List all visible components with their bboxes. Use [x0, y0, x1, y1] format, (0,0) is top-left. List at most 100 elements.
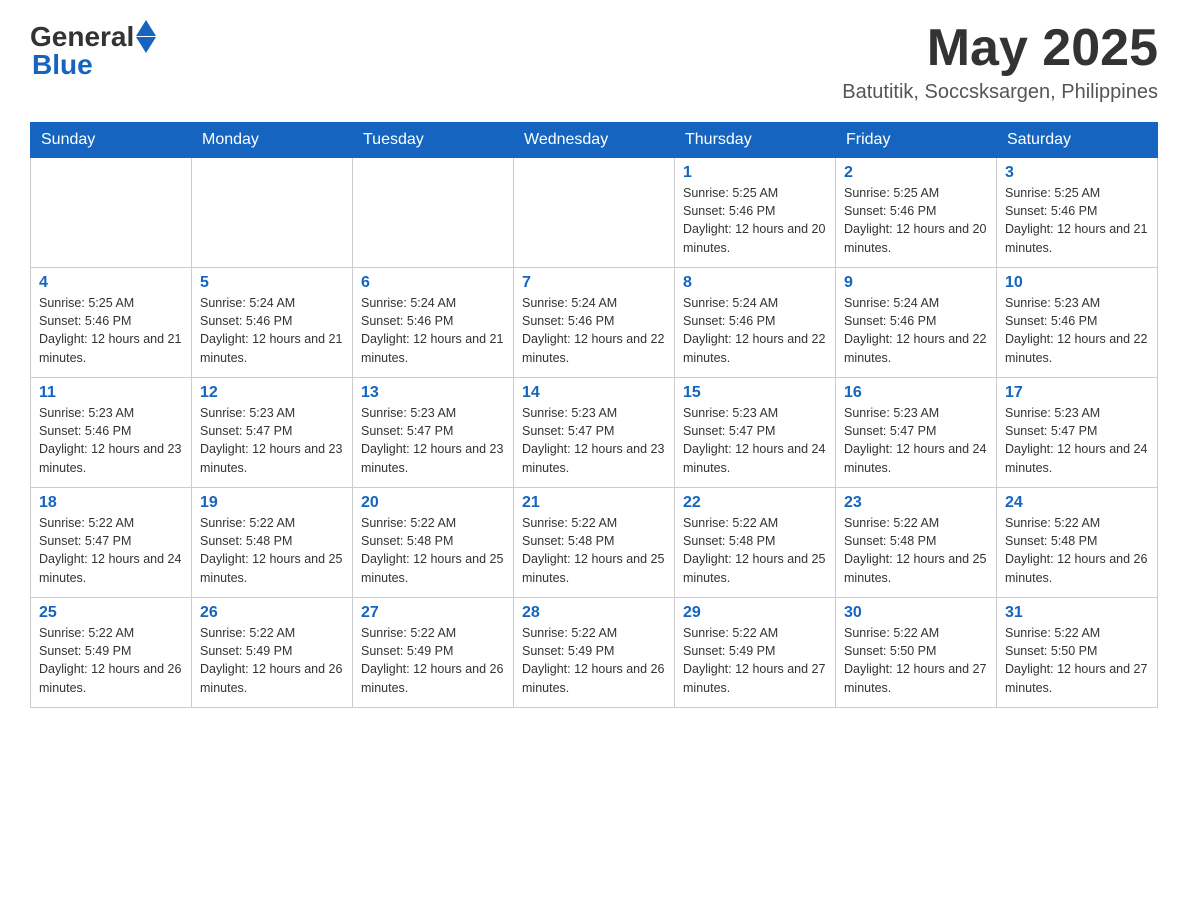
- day-number: 21: [522, 494, 666, 512]
- calendar-cell: 26 Sunrise: 5:22 AM Sunset: 5:49 PM Dayli…: [192, 598, 353, 708]
- calendar-cell: 16 Sunrise: 5:23 AM Sunset: 5:47 PM Dayli…: [836, 378, 997, 488]
- day-info: Sunrise: 5:22 AM Sunset: 5:48 PM Dayligh…: [361, 514, 505, 587]
- weekday-header-wednesday: Wednesday: [514, 123, 675, 158]
- day-info: Sunrise: 5:23 AM Sunset: 5:46 PM Dayligh…: [1005, 294, 1149, 367]
- calendar-cell: [192, 158, 353, 268]
- day-info: Sunrise: 5:23 AM Sunset: 5:47 PM Dayligh…: [1005, 404, 1149, 477]
- day-info: Sunrise: 5:23 AM Sunset: 5:47 PM Dayligh…: [844, 404, 988, 477]
- day-number: 24: [1005, 494, 1149, 512]
- day-info: Sunrise: 5:23 AM Sunset: 5:47 PM Dayligh…: [361, 404, 505, 477]
- day-number: 11: [39, 384, 183, 402]
- day-info: Sunrise: 5:22 AM Sunset: 5:48 PM Dayligh…: [844, 514, 988, 587]
- day-number: 31: [1005, 604, 1149, 622]
- calendar-cell: 2Sunrise: 5:25 AM Sunset: 5:46 PM Daylig…: [836, 158, 997, 268]
- day-info: Sunrise: 5:24 AM Sunset: 5:46 PM Dayligh…: [361, 294, 505, 367]
- weekday-header-saturday: Saturday: [997, 123, 1158, 158]
- calendar-cell: 1 Sunrise: 5:25 AM Sunset: 5:46 PM Daylig…: [675, 158, 836, 268]
- day-number: 3: [1005, 164, 1149, 182]
- calendar-cell: 10 Sunrise: 5:23 AM Sunset: 5:46 PM Dayli…: [997, 268, 1158, 378]
- calendar-cell: 19Sunrise: 5:22 AM Sunset: 5:48 PM Dayli…: [192, 488, 353, 598]
- calendar-row-2: 4 Sunrise: 5:25 AM Sunset: 5:46 PM Daylig…: [31, 268, 1158, 378]
- calendar-cell: 11 Sunrise: 5:23 AM Sunset: 5:46 PM Dayli…: [31, 378, 192, 488]
- day-info: Sunrise: 5:24 AM Sunset: 5:46 PM Dayligh…: [522, 294, 666, 367]
- logo-blue-text: Blue: [32, 49, 93, 81]
- day-info: Sunrise: 5:23 AM Sunset: 5:47 PM Dayligh…: [522, 404, 666, 477]
- day-number: 7: [522, 274, 666, 292]
- calendar-row-3: 11 Sunrise: 5:23 AM Sunset: 5:46 PM Dayli…: [31, 378, 1158, 488]
- location-subtitle: Batutitik, Soccsksargen, Philippines: [842, 81, 1158, 104]
- day-number: 22: [683, 494, 827, 512]
- calendar-row-1: 1 Sunrise: 5:25 AM Sunset: 5:46 PM Daylig…: [31, 158, 1158, 268]
- day-number: 16: [844, 384, 988, 402]
- day-info: Sunrise: 5:25 AM Sunset: 5:46 PM Dayligh…: [1005, 184, 1149, 257]
- day-number: 17: [1005, 384, 1149, 402]
- day-info: Sunrise: 5:22 AM Sunset: 5:49 PM Dayligh…: [39, 624, 183, 697]
- calendar-cell: 15 Sunrise: 5:23 AM Sunset: 5:47 PM Dayli…: [675, 378, 836, 488]
- day-number: 27: [361, 604, 505, 622]
- calendar-cell: 17 Sunrise: 5:23 AM Sunset: 5:47 PM Dayli…: [997, 378, 1158, 488]
- day-info: Sunrise: 5:25 AM Sunset: 5:46 PM Dayligh…: [844, 184, 988, 257]
- day-number: 5: [200, 274, 344, 292]
- weekday-header-friday: Friday: [836, 123, 997, 158]
- weekday-header-thursday: Thursday: [675, 123, 836, 158]
- day-number: 6: [361, 274, 505, 292]
- calendar-cell: 3 Sunrise: 5:25 AM Sunset: 5:46 PM Daylig…: [997, 158, 1158, 268]
- calendar-cell: 24 Sunrise: 5:22 AM Sunset: 5:48 PM Dayli…: [997, 488, 1158, 598]
- month-year-title: May 2025: [842, 20, 1158, 77]
- calendar-cell: 4 Sunrise: 5:25 AM Sunset: 5:46 PM Daylig…: [31, 268, 192, 378]
- calendar-cell: 23 Sunrise: 5:22 AM Sunset: 5:48 PM Dayli…: [836, 488, 997, 598]
- calendar-cell: 30Sunrise: 5:22 AM Sunset: 5:50 PM Dayli…: [836, 598, 997, 708]
- day-info: Sunrise: 5:23 AM Sunset: 5:47 PM Dayligh…: [683, 404, 827, 477]
- calendar-cell: 20 Sunrise: 5:22 AM Sunset: 5:48 PM Dayli…: [353, 488, 514, 598]
- day-number: 1: [683, 164, 827, 182]
- calendar-cell: 7 Sunrise: 5:24 AM Sunset: 5:46 PM Daylig…: [514, 268, 675, 378]
- day-info: Sunrise: 5:22 AM Sunset: 5:48 PM Dayligh…: [683, 514, 827, 587]
- day-info: Sunrise: 5:22 AM Sunset: 5:48 PM Dayligh…: [1005, 514, 1149, 587]
- day-info: Sunrise: 5:25 AM Sunset: 5:46 PM Dayligh…: [683, 184, 827, 257]
- day-number: 20: [361, 494, 505, 512]
- day-number: 4: [39, 274, 183, 292]
- day-number: 26: [200, 604, 344, 622]
- calendar-cell: 6 Sunrise: 5:24 AM Sunset: 5:46 PM Daylig…: [353, 268, 514, 378]
- calendar-cell: 18 Sunrise: 5:22 AM Sunset: 5:47 PM Dayli…: [31, 488, 192, 598]
- day-number: 18: [39, 494, 183, 512]
- day-info: Sunrise: 5:22 AM Sunset: 5:47 PM Dayligh…: [39, 514, 183, 587]
- calendar-cell: [514, 158, 675, 268]
- day-number: 13: [361, 384, 505, 402]
- calendar-cell: 9Sunrise: 5:24 AM Sunset: 5:46 PM Daylig…: [836, 268, 997, 378]
- calendar-cell: 21 Sunrise: 5:22 AM Sunset: 5:48 PM Dayli…: [514, 488, 675, 598]
- day-number: 29: [683, 604, 827, 622]
- day-info: Sunrise: 5:22 AM Sunset: 5:48 PM Dayligh…: [522, 514, 666, 587]
- calendar-cell: 5 Sunrise: 5:24 AM Sunset: 5:46 PM Daylig…: [192, 268, 353, 378]
- day-info: Sunrise: 5:22 AM Sunset: 5:49 PM Dayligh…: [200, 624, 344, 697]
- day-number: 10: [1005, 274, 1149, 292]
- calendar-cell: 31 Sunrise: 5:22 AM Sunset: 5:50 PM Dayli…: [997, 598, 1158, 708]
- day-number: 14: [522, 384, 666, 402]
- day-info: Sunrise: 5:25 AM Sunset: 5:46 PM Dayligh…: [39, 294, 183, 367]
- day-number: 15: [683, 384, 827, 402]
- calendar-cell: 28Sunrise: 5:22 AM Sunset: 5:49 PM Dayli…: [514, 598, 675, 708]
- calendar-cell: 29 Sunrise: 5:22 AM Sunset: 5:49 PM Dayli…: [675, 598, 836, 708]
- calendar-cell: 14 Sunrise: 5:23 AM Sunset: 5:47 PM Dayli…: [514, 378, 675, 488]
- calendar-cell: [31, 158, 192, 268]
- calendar-cell: 27 Sunrise: 5:22 AM Sunset: 5:49 PM Dayli…: [353, 598, 514, 708]
- day-number: 25: [39, 604, 183, 622]
- day-info: Sunrise: 5:22 AM Sunset: 5:49 PM Dayligh…: [683, 624, 827, 697]
- day-info: Sunrise: 5:24 AM Sunset: 5:46 PM Dayligh…: [844, 294, 988, 367]
- day-info: Sunrise: 5:22 AM Sunset: 5:49 PM Dayligh…: [361, 624, 505, 697]
- calendar-cell: 25 Sunrise: 5:22 AM Sunset: 5:49 PM Dayli…: [31, 598, 192, 708]
- day-info: Sunrise: 5:22 AM Sunset: 5:50 PM Dayligh…: [844, 624, 988, 697]
- weekday-header-sunday: Sunday: [31, 123, 192, 158]
- weekday-header-monday: Monday: [192, 123, 353, 158]
- day-info: Sunrise: 5:24 AM Sunset: 5:46 PM Dayligh…: [200, 294, 344, 367]
- day-info: Sunrise: 5:22 AM Sunset: 5:48 PM Dayligh…: [200, 514, 344, 587]
- day-number: 23: [844, 494, 988, 512]
- logo-general-text: General: [30, 21, 134, 53]
- page-header: General Blue May 2025 Batutitik, Soccsks…: [30, 20, 1158, 104]
- logo: General Blue: [30, 20, 156, 81]
- calendar-cell: [353, 158, 514, 268]
- day-info: Sunrise: 5:23 AM Sunset: 5:46 PM Dayligh…: [39, 404, 183, 477]
- day-info: Sunrise: 5:22 AM Sunset: 5:49 PM Dayligh…: [522, 624, 666, 697]
- day-info: Sunrise: 5:24 AM Sunset: 5:46 PM Dayligh…: [683, 294, 827, 367]
- day-info: Sunrise: 5:22 AM Sunset: 5:50 PM Dayligh…: [1005, 624, 1149, 697]
